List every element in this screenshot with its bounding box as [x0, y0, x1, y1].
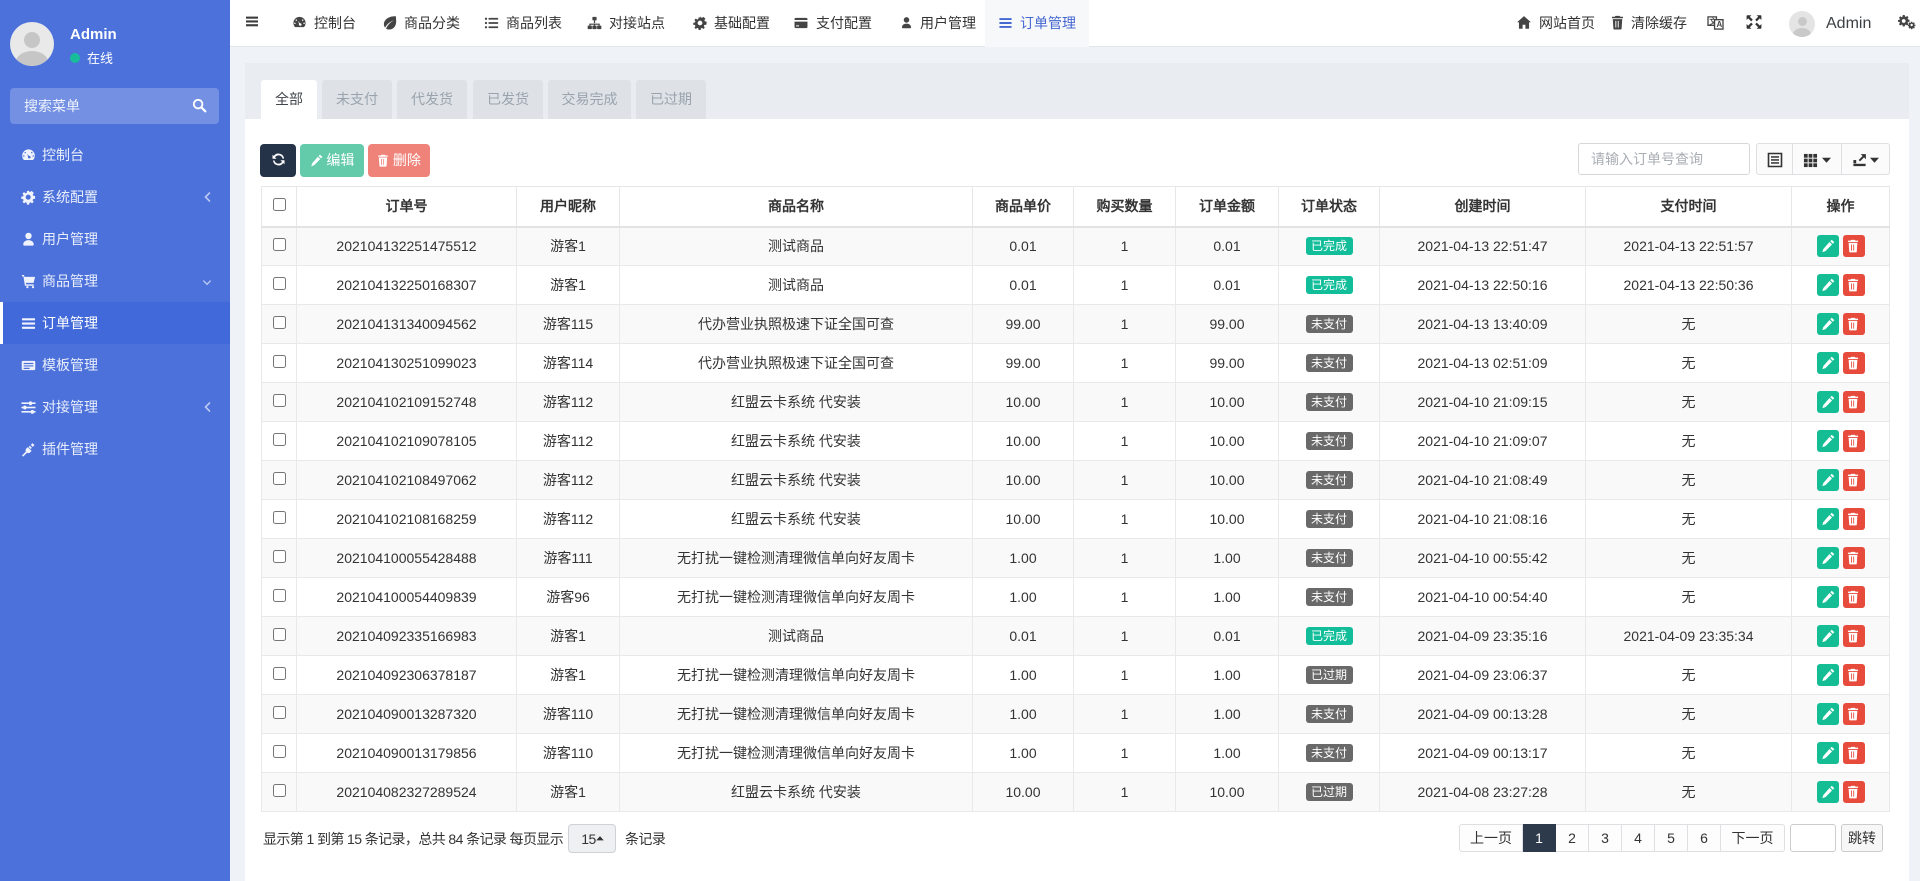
- svg-text:A: A: [1716, 20, 1722, 29]
